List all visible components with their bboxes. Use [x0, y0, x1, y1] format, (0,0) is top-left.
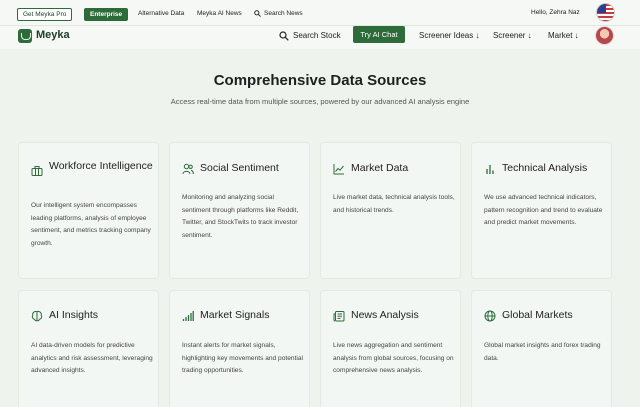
us-flag-icon[interactable] [596, 3, 615, 22]
card-text: We use advanced technical indicators, pa… [484, 194, 603, 226]
avatar[interactable] [595, 26, 614, 45]
briefcase-icon [31, 165, 43, 177]
page-subtitle: Access real-time data from multiple sour… [170, 97, 470, 106]
enterprise-button[interactable]: Enterprise [84, 8, 129, 21]
get-pro-button[interactable]: Get Meyka Pro [17, 8, 73, 21]
card-text: Our intelligent system encompasses leadi… [31, 202, 151, 247]
market-menu[interactable]: Market ↓ [548, 31, 579, 40]
users-icon [182, 163, 194, 175]
card-text: Monitoring and analyzing social sentimen… [182, 194, 299, 239]
bar-chart-icon [484, 163, 496, 175]
card-title: Social Sentiment [200, 162, 279, 174]
search-stock-link[interactable]: Search Stock [293, 31, 341, 40]
meyka-logo-icon[interactable] [18, 29, 32, 43]
logo-text[interactable]: Meyka [36, 29, 70, 41]
card-title: AI Insights [49, 309, 99, 321]
signal-icon [182, 310, 194, 322]
card-social-sentiment: Social Sentiment Monitoring and analyzin… [169, 142, 310, 279]
card-text: Live news aggregation and sentiment anal… [333, 342, 454, 374]
brain-icon [31, 310, 43, 322]
user-greeting: Hello, Zehra Naz [531, 9, 580, 16]
search-news-link[interactable]: Search News [264, 9, 303, 19]
line-chart-icon [333, 163, 345, 175]
card-title: Market Signals [200, 309, 270, 321]
card-technical-analysis: Technical Analysis We use advanced techn… [471, 142, 612, 279]
card-ai-insights: AI Insights AI data-driven models for pr… [18, 290, 159, 407]
newspaper-icon [333, 310, 345, 322]
card-market-signals: Market Signals Instant alerts for market… [169, 290, 310, 407]
alternative-data-link[interactable]: Alternative Data [138, 9, 184, 19]
card-workforce-intelligence: Workforce Intelligence Our intelligent s… [18, 142, 159, 279]
screener-menu[interactable]: Screener ↓ [493, 31, 532, 40]
card-text: Live market data, technical analysis too… [333, 194, 455, 214]
card-title: Market Data [351, 162, 409, 174]
card-text: AI data-driven models for predictive ana… [31, 342, 153, 374]
card-text: Global market insights and forex trading… [484, 342, 601, 362]
card-global-markets: Global Markets Global market insights an… [471, 290, 612, 407]
card-title: Technical Analysis [502, 162, 588, 174]
search-icon [254, 10, 261, 17]
globe-icon [484, 310, 496, 322]
card-title: News Analysis [351, 309, 419, 321]
search-icon [279, 31, 289, 41]
card-title: Global Markets [502, 309, 573, 321]
try-ai-chat-button[interactable]: Try AI Chat [353, 26, 405, 43]
card-title: Workforce Intelligence [49, 160, 153, 172]
card-text: Instant alerts for market signals, highl… [182, 342, 303, 374]
ai-news-link[interactable]: Meyka AI News [197, 9, 242, 19]
card-news-analysis: News Analysis Live news aggregation and … [320, 290, 461, 407]
page-title: Comprehensive Data Sources [213, 72, 427, 89]
card-market-data: Market Data Live market data, technical … [320, 142, 461, 279]
screener-ideas-menu[interactable]: Screener Ideas ↓ [419, 31, 479, 40]
